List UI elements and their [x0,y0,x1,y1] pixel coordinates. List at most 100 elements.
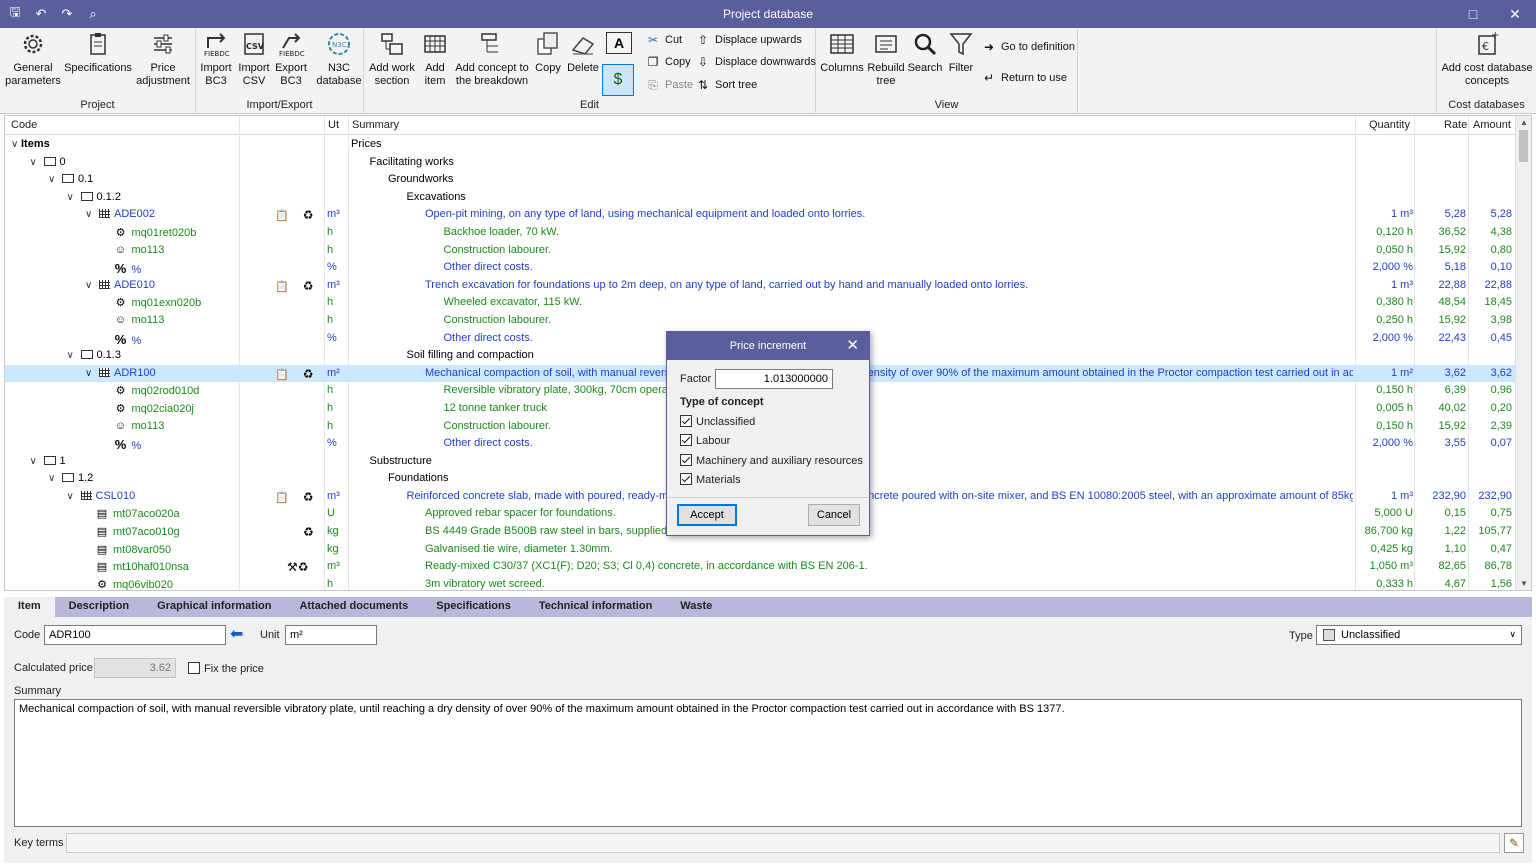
table-row[interactable]: ∨ Items Prices [5,136,1517,154]
summary-textarea[interactable]: Mechanical compaction of soil, with manu… [14,699,1522,827]
col-summary[interactable]: Summary [352,119,399,131]
key-terms-input[interactable] [66,833,1500,853]
sort-tree-button[interactable]: ⇅ Sort tree [696,75,757,95]
table-row[interactable]: ⚙ mq01ret020b h Backhoe loader, 70 kW. 0,120… [5,224,1517,242]
redo-icon[interactable]: ↷ [58,5,76,23]
edit-pencil-icon[interactable]: ✎ [1504,833,1524,853]
row-code[interactable]: ∨ Items [11,138,237,150]
search-icon[interactable]: ⌕ [84,5,102,23]
row-code[interactable]: ∨ 0.1.2 [67,191,238,203]
add-cost-database-concepts-button[interactable]: € + Add cost database concepts [1439,30,1535,88]
checkbox-machinery[interactable] [680,454,692,466]
row-code[interactable]: ∨ ADE002 [85,208,237,220]
chevron-down-icon[interactable]: ∨ [67,192,77,203]
row-code[interactable]: %% [104,261,238,276]
displace-upwards-button[interactable]: ⇧ Displace upwards [696,30,802,50]
col-quantity[interactable]: Quantity [1369,119,1410,131]
chevron-down-icon[interactable]: ∨ [85,368,95,379]
specifications-button[interactable]: Specifications [64,30,132,75]
price-increment-icon[interactable]: $ [602,64,634,96]
option-labour[interactable]: Labour [680,434,730,447]
table-row[interactable]: ∨ ADE010 📋 ♻ m³ Trench excavation for foundat… [5,277,1517,295]
row-code[interactable]: ▤ mt07aco020a [85,507,237,520]
option-unclassified[interactable]: Unclassified [680,415,755,428]
add-concept-to-breakdown-button[interactable]: Add concept to the breakdown [454,30,530,88]
chevron-down-icon[interactable]: ∨ [85,280,95,291]
import-csv-button[interactable]: CSV Import CSV [236,30,272,88]
table-row[interactable]: ∨ 0.1 Groundworks [5,171,1517,189]
row-code[interactable]: ⚙ mq01exn020b [104,296,238,309]
tab-waste[interactable]: Waste [666,597,726,617]
tab-item[interactable]: Item [4,597,55,617]
rebuild-tree-button[interactable]: Rebuild tree [866,30,906,88]
row-code[interactable]: ⚙ mq02rod010d [104,384,238,397]
dialog-close-icon[interactable]: ✕ [846,332,859,360]
go-to-definition-button[interactable]: ➜ Go to definition [982,37,1075,57]
option-machinery[interactable]: Machinery and auxiliary resources [680,454,863,467]
general-parameters-button[interactable]: General parameters [4,30,62,88]
paste-button[interactable]: ⎘ Paste [646,75,693,95]
checkbox-labour[interactable] [680,434,692,446]
row-code[interactable]: ⚙ mq02cia020j [104,402,238,415]
row-code[interactable]: ∨ ADE010 [85,279,237,291]
chevron-down-icon[interactable]: ∨ [85,209,95,220]
search-button[interactable]: Search [906,30,944,75]
accept-button[interactable]: Accept [677,504,737,526]
tab-graphical-information[interactable]: Graphical information [143,597,285,617]
row-code[interactable]: ☺ mo113 [104,314,238,326]
option-materials[interactable]: Materials [680,473,741,486]
text-tool-icon[interactable]: A [606,32,632,54]
chevron-down-icon[interactable]: ∨ [48,473,58,484]
unit-input[interactable]: m² [285,625,377,645]
table-row[interactable]: ☺ mo113 h Construction labourer. 0,250 h 15,9… [5,312,1517,330]
row-code[interactable]: ▤ mt08var050 [85,543,237,556]
table-row[interactable]: ⚙ mq01exn020b h Wheeled excavator, 115 kW. 0… [5,294,1517,312]
row-code[interactable]: %% [104,332,238,347]
filter-button[interactable]: Filter [944,30,978,75]
fix-price-box[interactable] [188,662,200,674]
tab-technical-information[interactable]: Technical information [525,597,666,617]
price-adjustment-button[interactable]: Price adjustment [134,30,192,88]
export-bc3-button[interactable]: FIEBDC Export BC3 [272,30,310,88]
cut-button[interactable]: ✂ Cut [646,30,682,50]
chevron-down-icon[interactable]: ∨ [67,350,77,361]
row-code[interactable]: ⚙ mq01ret020b [104,226,238,239]
row-code[interactable]: ∨ 1 [30,455,238,467]
table-row[interactable]: ▤ mt08var050 kg Galvanised tie wire, diamet… [5,541,1517,559]
factor-input[interactable]: 1.013000000 [715,369,833,389]
checkbox-unclassified[interactable] [680,415,692,427]
chevron-down-icon[interactable]: ∨ [48,174,58,185]
chevron-down-icon[interactable]: ∨ [11,139,21,150]
columns-button[interactable]: Columns [818,30,866,75]
row-code[interactable]: ▤ mt10haf010nsa [85,560,237,573]
table-row[interactable]: ∨ ADE002 📋 ♻ m³ Open-pit mining, on any type … [5,206,1517,224]
row-code[interactable]: ▤ mt07aco010g [85,525,237,538]
n3c-database-button[interactable]: N3C N3C database [316,30,362,88]
table-row[interactable]: ∨ 0 Facilitating works [5,154,1517,172]
add-item-button[interactable]: Add item [420,30,450,88]
col-amount[interactable]: Amount [1473,119,1511,131]
table-row[interactable]: %%% Other direct costs. 2,000 % 5,18 0,10 [5,259,1517,277]
undo-icon[interactable]: ↶ [32,5,50,23]
row-code[interactable]: ☺ mo113 [104,420,238,432]
copy-small-button[interactable]: ❐ Copy [646,52,691,72]
chevron-down-icon[interactable]: ∨ [30,456,40,467]
maximize-icon[interactable]: □ [1452,0,1494,28]
tab-description[interactable]: Description [55,597,144,617]
displace-downwards-button[interactable]: ⇩ Displace downwards [696,52,816,72]
col-rate[interactable]: Rate [1444,119,1467,131]
scroll-thumb[interactable] [1519,130,1528,162]
import-bc3-button[interactable]: FIEBDC Import BC3 [198,30,234,88]
tab-specifications[interactable]: Specifications [422,597,525,617]
return-to-use-button[interactable]: ↵ Return to use [982,68,1067,88]
table-row[interactable]: ∨ 0.1.2 Excavations [5,189,1517,207]
cancel-button[interactable]: Cancel [808,504,860,526]
col-ut[interactable]: Ut [328,119,339,131]
table-row[interactable]: ⚙ mq06vib020 h 3m vibratory wet screed. 0,33… [5,576,1517,590]
row-code[interactable]: ∨ 0 [30,156,238,168]
row-code[interactable]: ∨ 1.2 [48,472,237,484]
row-code[interactable]: ☺ mo113 [104,244,238,256]
row-code[interactable]: ∨ 0.1.3 [67,349,238,361]
go-arrow-icon[interactable]: ⬅ [230,626,248,644]
code-input[interactable]: ADR100 [44,625,226,645]
